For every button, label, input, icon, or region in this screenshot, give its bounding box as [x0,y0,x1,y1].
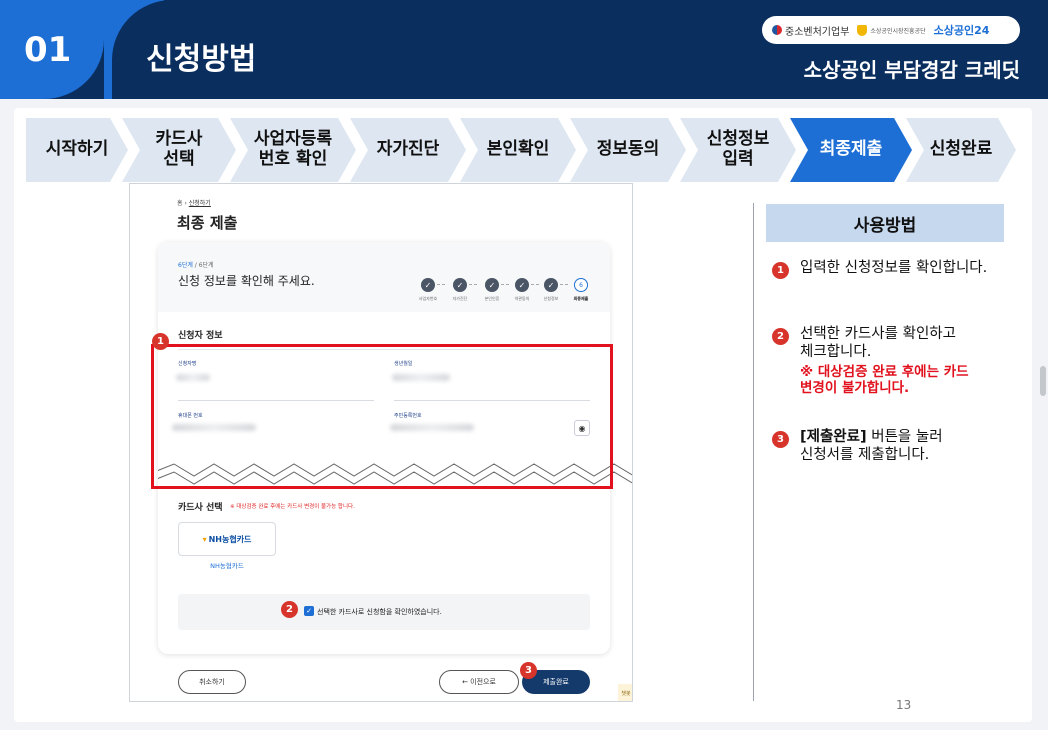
selected-card-name: NH농협카드 [210,562,244,570]
section-number: 01 [24,30,72,70]
breadcrumb: 홈 › 신청하기 [177,200,211,207]
instruction-2: 선택한 카드사를 확인하고 체크합니다. [800,326,956,360]
nh-logo-icon: ▾ [202,534,207,544]
mini-step-connector [531,284,539,285]
instruction-3-bold: [제출완료] [800,429,867,445]
step-total: / 6단계 [192,262,214,269]
highlight-applicant-info [151,344,613,489]
shield-icon [857,24,868,36]
breadcrumb-apply-link[interactable]: 신청하기 [189,200,211,207]
confirm-label: 선택한 카드사로 신청함을 확인하였습니다. [317,608,442,616]
instruction-2-warning: ※ 대상검증 완료 후에는 카드 변경이 불가합니다. [800,364,969,397]
mini-step-label: 약관동의 [514,296,530,301]
step-current: 6단계 [178,262,193,269]
confirm-box: ✓ 선택한 카드사로 신청함을 확인하였습니다. [178,594,590,630]
step-self-check: 자가진단 [350,118,466,182]
step-identity: 본인확인 [460,118,576,182]
nh-card-option[interactable]: ▾ NH농협카드 [178,522,276,556]
step-info-input: 신청정보 입력 [680,118,796,182]
taegeuk-icon [772,25,782,35]
mini-step-connector [469,284,477,285]
step-complete: 신청완료 [906,118,1016,182]
callout-badge-1: 1 [152,333,169,350]
header-subtitle: 소상공인 부담경감 크레딧 [803,58,1020,82]
step-progress: 시작하기 카드사 선택 사업자등록 번호 확인 자가진단 본인확인 정보동의 신… [26,118,1016,182]
step-consent: 정보동의 [570,118,686,182]
page-title: 신청방법 [146,42,257,77]
mini-step-connector [560,284,568,285]
mini-step-label: 사업자번호 [418,296,438,301]
mini-step-label: 신청정보 [543,296,559,301]
callout-badge-2: 2 [281,601,298,618]
previous-button[interactable]: ← 이전으로 [439,670,519,694]
card-heading: 신청 정보를 확인해 주세요. [178,274,315,288]
step-start: 시작하기 [26,118,128,182]
agency-name: 소상공인시장진흥공단 [870,27,926,35]
scrollbar-thumb[interactable] [1040,366,1046,396]
chatbot-button[interactable]: 챗봇 [618,684,632,701]
step-business-number: 사업자등록 번호 확인 [230,118,356,182]
portal-logo: 소상공인24 [934,22,990,38]
mini-step-5-check-icon: ✓ [544,278,558,292]
mini-step-connector [501,284,509,285]
instruction-badge-2: 2 [772,328,789,345]
card-warning-text: ※ 대상검증 완료 후에는 카드사 변경이 불가능 합니다. [230,504,355,510]
confirm-checkbox[interactable]: ✓ [304,606,314,616]
step-counter: 6단계 / 6단계 [178,260,214,269]
mini-step-1-check-icon: ✓ [421,278,435,292]
mini-step-label: 자가진단 [452,296,468,301]
ministry-name: 중소벤처기업부 [785,26,850,38]
usage-title: 사용방법 [766,204,1004,242]
instruction-1: 입력한 신청정보를 확인합니다. [800,260,988,276]
mini-step-4-check-icon: ✓ [515,278,529,292]
logo-strip: 중소벤처기업부 소상공인시장진흥공단 소상공인24 [762,16,1020,44]
screen-title: 최종 제출 [177,214,238,232]
card-select-title: 카드사 선택 [178,503,223,513]
agency-logo: 소상공인시장진흥공단 [857,24,926,36]
instruction-3: [제출완료] 버튼을 눌러 신청서를 제출합니다. [800,429,943,464]
step-card-select: 카드사 선택 [122,118,236,182]
ministry-logo: 중소벤처기업부 [772,23,849,38]
step-final-submit: 최종제출 [790,118,912,182]
mini-step-3-check-icon: ✓ [485,278,499,292]
mini-step-2-check-icon: ✓ [453,278,467,292]
mini-step-6: 6 [574,278,588,292]
cancel-button[interactable]: 취소하기 [178,670,246,694]
breadcrumb-home[interactable]: 홈 [177,200,183,207]
instruction-badge-1: 1 [772,262,789,279]
mini-step-label: 본인인증 [484,296,500,301]
vertical-divider [753,203,754,701]
mini-step-label-current: 최종제출 [573,296,589,301]
mini-step-connector [437,284,445,285]
nh-card-logo-text: NH농협카드 [208,534,252,544]
page-number: 13 [896,698,912,712]
portal-name: 소상공인24 [933,24,990,37]
applicant-section-title: 신청자 정보 [178,331,223,341]
callout-badge-3: 3 [520,662,537,679]
instruction-badge-3: 3 [772,431,789,448]
